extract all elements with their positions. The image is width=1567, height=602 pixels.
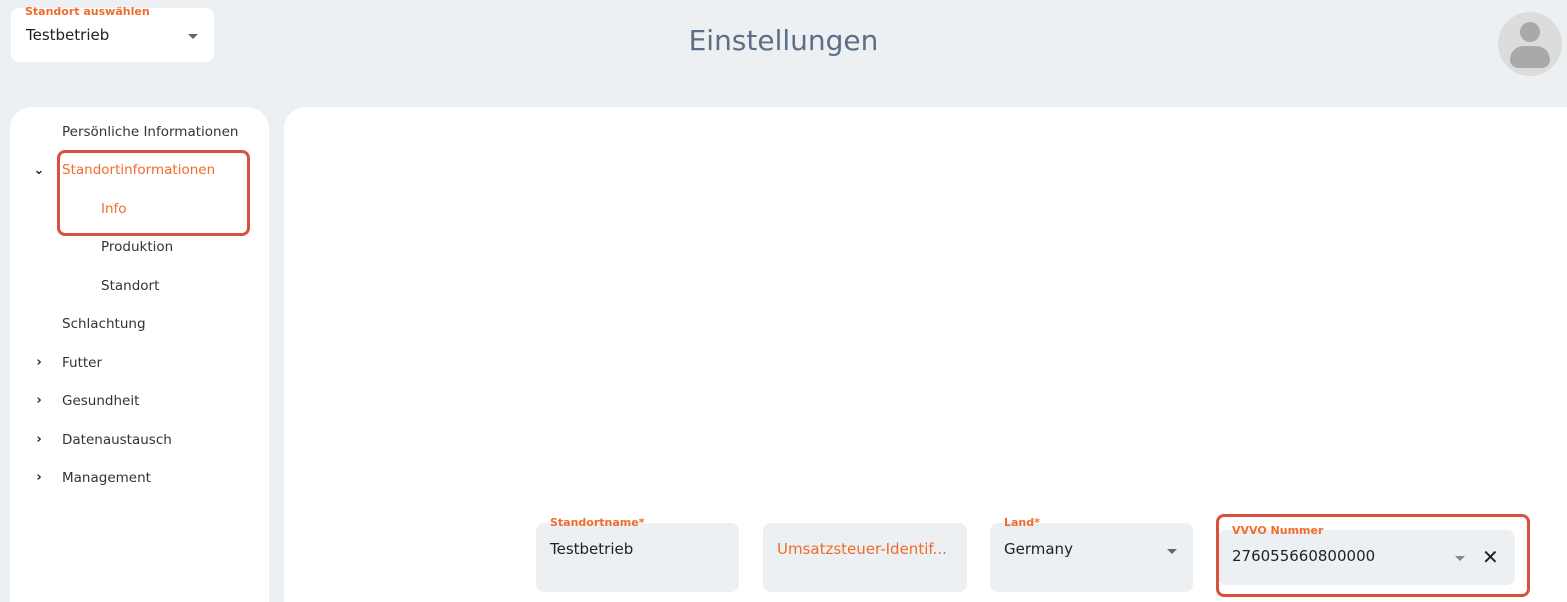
ust-id-placeholder: Umsatzsteuer-Identif... (777, 540, 947, 558)
sidebar-item-datenaustausch[interactable]: Datenaustausch (62, 431, 172, 449)
chevron-down-icon[interactable]: ⌄ (32, 162, 46, 180)
sidebar-item-persoenliche-informationen[interactable]: Persönliche Informationen (62, 123, 238, 141)
sidebar-item-standort[interactable]: Standort (101, 277, 159, 295)
land-select[interactable]: Land* Germany (990, 516, 1193, 592)
highlight-box-sidebar (57, 150, 250, 236)
avatar[interactable] (1498, 12, 1562, 76)
standortname-value: Testbetrieb (550, 540, 634, 558)
sidebar-item-schlachtung[interactable]: Schlachtung (62, 315, 146, 333)
standortname-field[interactable]: Standortname* Testbetrieb (536, 516, 739, 592)
land-value: Germany (1004, 540, 1073, 558)
sidebar-item-gesundheit[interactable]: Gesundheit (62, 392, 139, 410)
land-label: Land* (1004, 516, 1040, 529)
ust-id-field[interactable]: Umsatzsteuer-Identif... (763, 523, 967, 592)
sidebar-item-management[interactable]: Management (62, 469, 151, 487)
sidebar-item-futter[interactable]: Futter (62, 354, 102, 372)
chevron-right-icon[interactable]: › (32, 392, 46, 410)
chevron-right-icon[interactable]: › (32, 469, 46, 487)
avatar-body (1510, 46, 1550, 68)
highlight-box-vvvo (1216, 514, 1530, 597)
caret-down-icon (1167, 549, 1177, 554)
chevron-right-icon[interactable]: › (32, 354, 46, 372)
standortname-label: Standortname* (550, 516, 645, 529)
avatar-head (1520, 22, 1540, 42)
location-select-label: Standort auswählen (25, 5, 150, 18)
page-title: Einstellungen (688, 24, 879, 57)
chevron-right-icon[interactable]: › (32, 431, 46, 449)
sidebar-item-produktion[interactable]: Produktion (101, 238, 173, 256)
